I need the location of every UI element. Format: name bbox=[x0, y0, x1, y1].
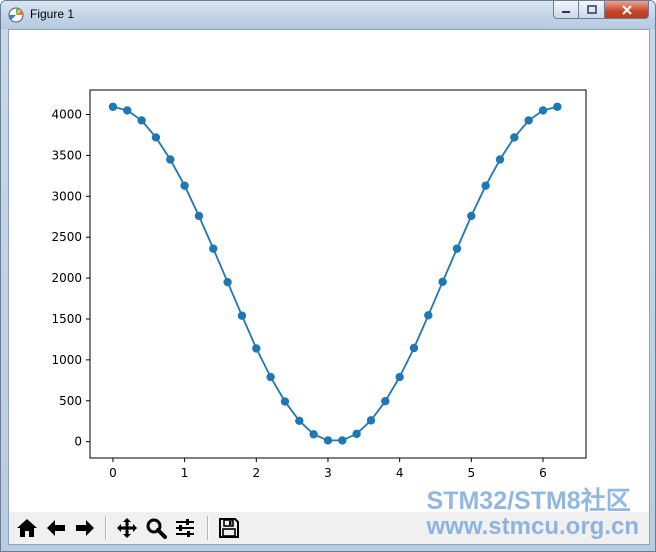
save-icon bbox=[219, 518, 239, 538]
data-point bbox=[553, 102, 562, 111]
matplotlib-app-icon bbox=[8, 7, 24, 23]
data-point bbox=[467, 211, 476, 221]
y-tick-label: 3500 bbox=[51, 148, 82, 162]
x-tick-label: 2 bbox=[252, 466, 260, 480]
data-point bbox=[352, 429, 361, 439]
data-point bbox=[438, 277, 447, 286]
data-point bbox=[395, 372, 404, 382]
data-point bbox=[252, 344, 261, 353]
x-tick-label: 4 bbox=[396, 466, 404, 480]
toolbar-separator bbox=[207, 516, 209, 540]
data-point bbox=[137, 116, 146, 125]
data-point bbox=[338, 436, 347, 445]
pan-button[interactable] bbox=[113, 514, 141, 542]
watermark: STM32/STM8社区 www.stmcu.org.cn bbox=[427, 488, 639, 540]
data-point bbox=[223, 277, 232, 287]
window-controls bbox=[553, 1, 649, 21]
window-title: Figure 1 bbox=[30, 7, 75, 21]
forward-arrow-icon bbox=[76, 520, 94, 536]
data-point bbox=[295, 416, 304, 425]
back-button[interactable] bbox=[42, 514, 70, 542]
data-point bbox=[180, 181, 189, 190]
y-tick-label: 1500 bbox=[51, 312, 82, 326]
data-point bbox=[323, 436, 333, 445]
title-bar[interactable]: Figure 1 bbox=[1, 1, 655, 29]
data-point bbox=[209, 244, 218, 253]
y-tick-label: 500 bbox=[59, 394, 82, 408]
data-point bbox=[280, 397, 290, 406]
y-tick-label: 0 bbox=[74, 435, 82, 449]
watermark-line2: www.stmcu.org.cn bbox=[426, 513, 639, 540]
data-point bbox=[381, 396, 390, 406]
data-point bbox=[481, 181, 490, 190]
data-point bbox=[266, 372, 275, 382]
data-point bbox=[309, 430, 318, 439]
x-tick-label: 3 bbox=[324, 466, 332, 480]
y-tick-label: 3000 bbox=[51, 189, 82, 203]
data-point bbox=[194, 211, 204, 221]
minimize-button[interactable] bbox=[553, 1, 579, 19]
data-point bbox=[538, 106, 548, 115]
maximize-icon bbox=[586, 4, 597, 14]
data-point bbox=[409, 343, 419, 353]
home-icon bbox=[17, 519, 37, 537]
data-point bbox=[452, 244, 462, 253]
data-point bbox=[151, 133, 161, 142]
y-tick-label: 2500 bbox=[51, 230, 82, 244]
toolbar-separator bbox=[105, 516, 107, 540]
x-tick-label: 1 bbox=[181, 466, 189, 480]
axes-frame bbox=[89, 89, 587, 459]
zoom-button[interactable] bbox=[142, 514, 170, 542]
configure-subplots-button[interactable] bbox=[171, 514, 199, 542]
back-arrow-icon bbox=[47, 520, 65, 536]
figure-canvas[interactable]: 0 1 2 3 4 5 6 0 500 1000 1500 2000 2500 3000 3500 4000 bbox=[9, 30, 649, 510]
data-point bbox=[237, 311, 247, 320]
forward-button[interactable] bbox=[71, 514, 99, 542]
watermark-line1: STM32/STM8社区 bbox=[426, 487, 631, 515]
x-tick-label: 5 bbox=[467, 466, 475, 480]
data-point bbox=[366, 416, 376, 425]
x-tick-label: 6 bbox=[539, 466, 547, 480]
close-button[interactable] bbox=[605, 1, 649, 19]
minimize-icon bbox=[562, 10, 570, 13]
data-point bbox=[424, 311, 433, 320]
y-tick-label: 2000 bbox=[51, 271, 82, 285]
x-tick-label: 0 bbox=[109, 466, 117, 480]
data-point bbox=[166, 155, 175, 164]
figure-window: Figure 1 0 1 2 3 4 5 6 0 500 1000 1500 2000 2500 3000… bbox=[0, 0, 656, 552]
y-tick-label: 4000 bbox=[51, 108, 82, 122]
figure-canvas-area: 0 1 2 3 4 5 6 0 500 1000 1500 2000 2500 3000 3500 4000 bbox=[8, 29, 650, 545]
close-icon bbox=[621, 4, 632, 15]
data-point bbox=[510, 133, 519, 142]
zoom-icon bbox=[146, 518, 167, 539]
subplots-config-icon bbox=[176, 519, 194, 537]
home-button[interactable] bbox=[13, 514, 41, 542]
y-tick-label: 1000 bbox=[51, 353, 82, 367]
data-point bbox=[495, 155, 505, 164]
save-button[interactable] bbox=[215, 514, 243, 542]
data-point bbox=[123, 106, 132, 115]
pan-icon bbox=[117, 518, 137, 538]
data-point bbox=[108, 102, 118, 111]
maximize-button[interactable] bbox=[579, 1, 605, 19]
data-point bbox=[524, 116, 533, 125]
